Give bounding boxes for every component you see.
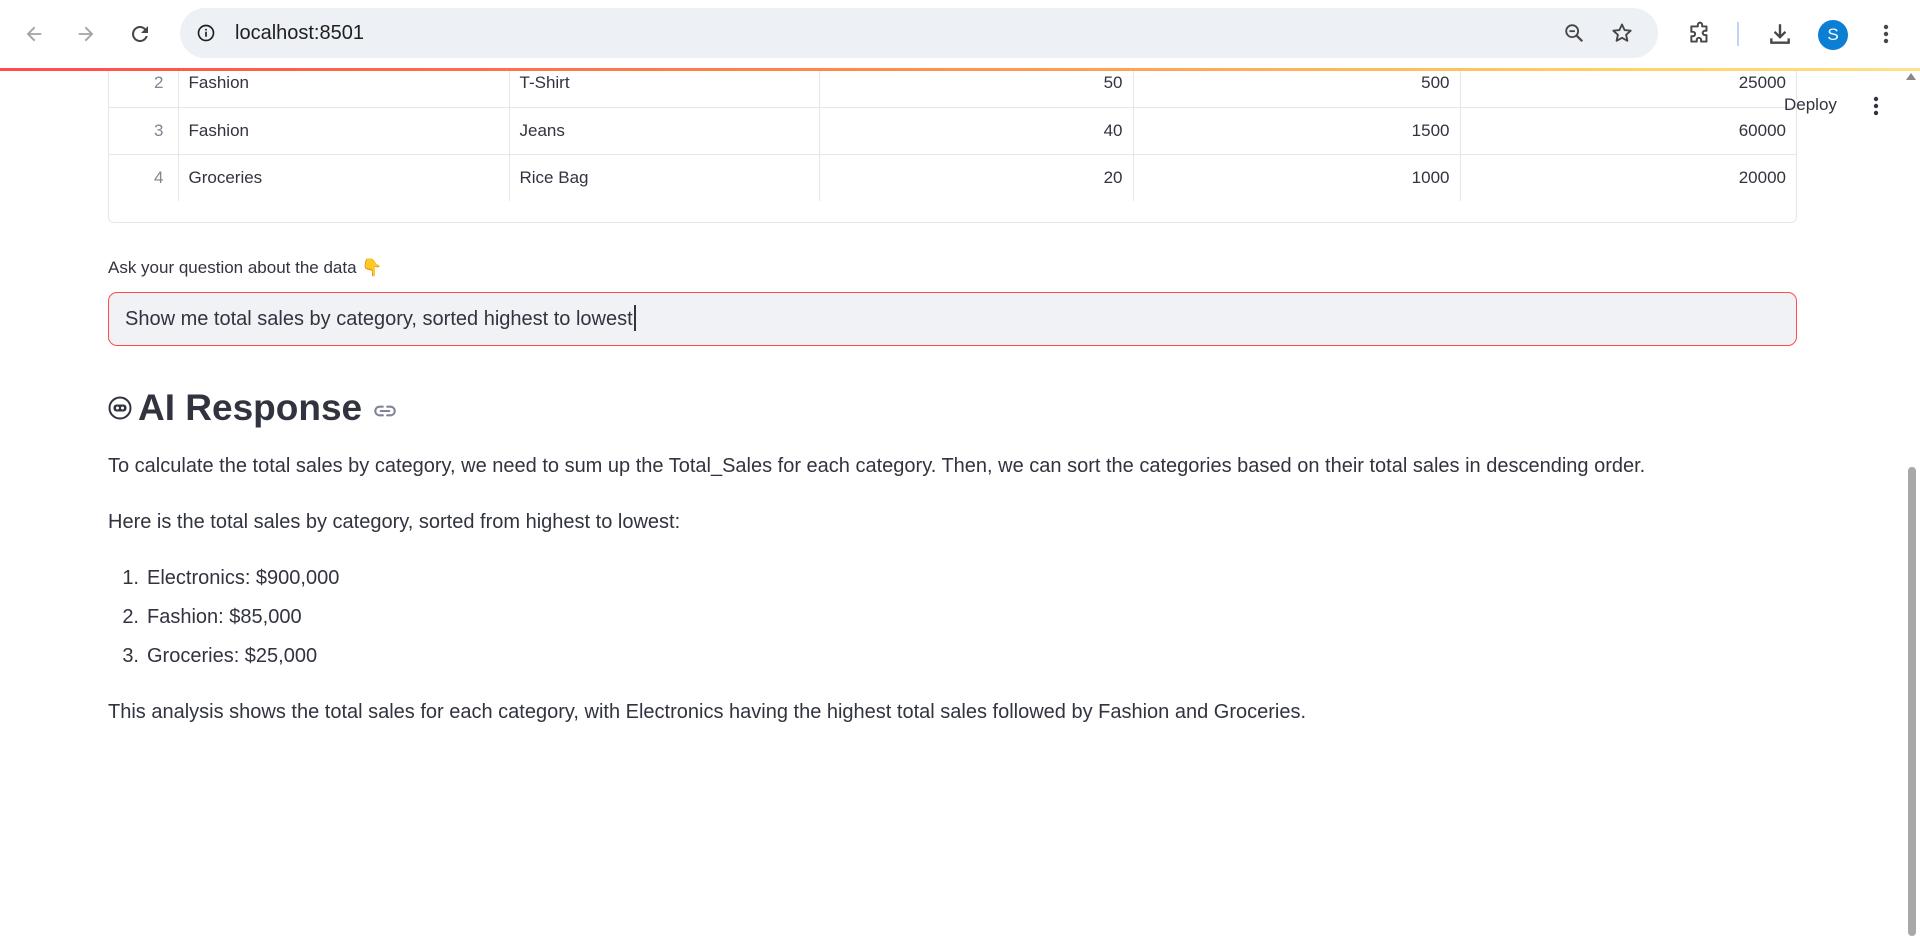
cell-price[interactable]: 500 (1133, 71, 1461, 108)
row-index: 2 (109, 71, 179, 108)
cell-category[interactable]: Groceries (178, 154, 510, 201)
table-row[interactable]: 4 Groceries Rice Bag 20 1000 20000 (109, 154, 1796, 201)
list-text: Fashion: $85,000 (147, 606, 302, 628)
question-input-value: Show me total sales by category, sorted … (125, 308, 633, 330)
bookmark-button[interactable] (1606, 17, 1638, 49)
pointing-down-emoji-icon: 👇 (361, 258, 383, 277)
robot-icon (108, 396, 132, 420)
profile-avatar[interactable]: S (1818, 20, 1848, 50)
list-number: 1. (122, 567, 139, 589)
extensions-button[interactable] (1680, 14, 1720, 54)
table-row[interactable]: 2 Fashion T-Shirt 50 500 25000 (109, 71, 1796, 108)
list-number: 2. (122, 606, 139, 628)
downloads-button[interactable] (1760, 14, 1800, 54)
cell-total-sales[interactable]: 20000 (1460, 154, 1796, 201)
arrow-left-icon (26, 26, 42, 42)
url-text[interactable]: localhost:8501 (235, 8, 364, 58)
cell-category[interactable]: Fashion (178, 107, 510, 155)
list-item: 3. Groceries: $25,000 (108, 645, 317, 668)
data-table[interactable]: 2 Fashion T-Shirt 50 500 25000 3 Fashion… (108, 71, 1797, 223)
zoom-button[interactable] (1558, 17, 1590, 49)
response-title: AI Response (138, 387, 363, 428)
anchor-link-icon[interactable] (372, 398, 398, 424)
site-info-button[interactable] (194, 21, 218, 45)
list-item: 2. Fashion: $85,000 (108, 606, 302, 629)
deploy-button[interactable]: Deploy (1784, 95, 1837, 115)
cell-product[interactable]: T-Shirt (509, 71, 820, 108)
question-input[interactable]: Show me total sales by category, sorted … (108, 292, 1797, 346)
response-intro: To calculate the total sales by category… (108, 455, 1646, 477)
cell-quantity[interactable]: 20 (819, 154, 1134, 201)
info-icon (197, 24, 215, 42)
scroll-up-arrow-icon[interactable] (1906, 73, 1916, 80)
response-heading: AI Response (108, 383, 398, 433)
response-lead: Here is the total sales by category, sor… (108, 511, 681, 533)
row-index: 4 (109, 154, 179, 201)
reload-icon (132, 25, 148, 42)
cell-product[interactable]: Jeans (509, 107, 820, 155)
table-row[interactable]: 3 Fashion Jeans 40 1500 60000 (109, 107, 1796, 155)
question-label-text: Ask your question about the data (108, 258, 357, 277)
cell-price[interactable]: 1500 (1133, 107, 1461, 155)
puzzle-icon (1690, 21, 1708, 43)
list-number: 3. (122, 645, 139, 667)
cell-quantity[interactable]: 40 (819, 107, 1134, 155)
arrow-right-icon (78, 26, 94, 42)
cell-total-sales[interactable]: 25000 (1460, 71, 1796, 108)
cell-category[interactable]: Fashion (178, 71, 510, 108)
scrollbar-thumb[interactable] (1908, 467, 1916, 936)
address-bar[interactable]: localhost:8501 (180, 8, 1658, 58)
text-caret (633, 304, 636, 331)
list-item: 1. Electronics: $900,000 (108, 567, 339, 590)
reload-button[interactable] (120, 14, 160, 54)
question-label: Ask your question about the data 👇 (108, 258, 382, 278)
kebab-menu-icon (1873, 96, 1879, 116)
list-text: Groceries: $25,000 (147, 645, 318, 667)
back-button[interactable] (14, 14, 54, 54)
download-icon (1770, 24, 1790, 44)
row-index: 3 (109, 107, 179, 155)
star-icon (1612, 23, 1632, 42)
zoom-out-icon (1565, 24, 1584, 43)
browser-toolbar: localhost:8501 S (0, 0, 1920, 68)
toolbar-separator (1737, 22, 1739, 46)
browser-menu-button[interactable] (1866, 14, 1906, 54)
app-main: 2 Fashion T-Shirt 50 500 25000 3 Fashion… (0, 71, 1920, 936)
forward-button[interactable] (66, 14, 106, 54)
app-menu-button[interactable] (1866, 93, 1886, 119)
list-text: Electronics: $900,000 (147, 567, 340, 589)
cell-price[interactable]: 1000 (1133, 154, 1461, 201)
response-conclusion: This analysis shows the total sales for … (108, 701, 1307, 723)
kebab-menu-icon (1883, 24, 1889, 44)
cell-product[interactable]: Rice Bag (509, 154, 820, 201)
cell-quantity[interactable]: 50 (819, 71, 1134, 108)
cell-total-sales[interactable]: 60000 (1460, 107, 1796, 155)
